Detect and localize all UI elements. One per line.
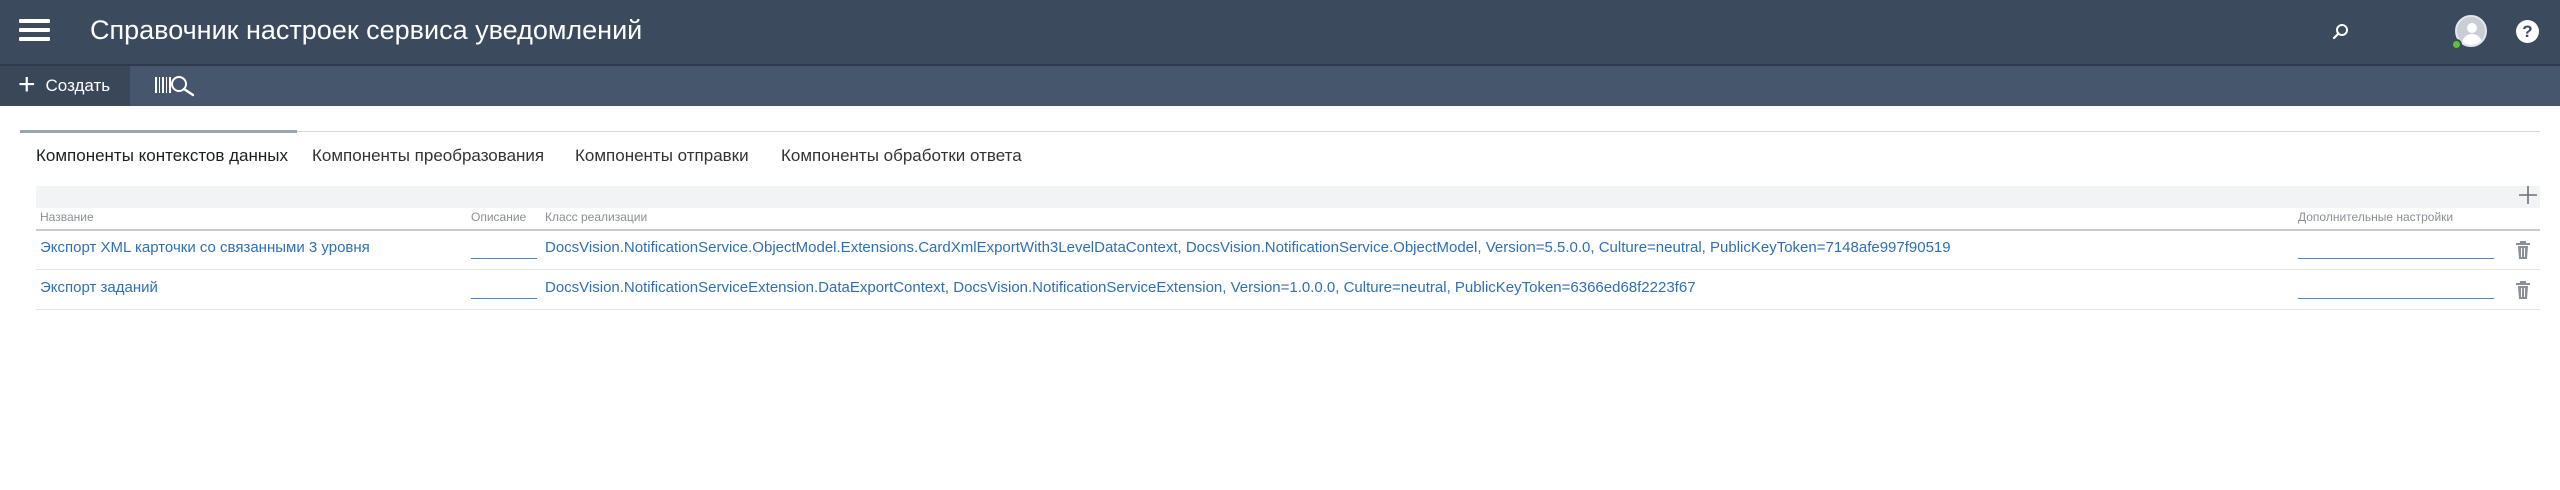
hamburger-menu-icon[interactable] bbox=[19, 19, 50, 41]
row-divider bbox=[36, 269, 2540, 270]
row-class-link[interactable]: DocsVision.NotificationServiceExtension.… bbox=[545, 279, 1696, 296]
search-icon[interactable] bbox=[2330, 21, 2352, 43]
online-status-indicator bbox=[2451, 39, 2462, 50]
column-header-settings[interactable]: Дополнительные настройки bbox=[2298, 210, 2453, 224]
tabs-bar: Компоненты контекстов данных Компоненты … bbox=[20, 130, 2540, 171]
create-button[interactable]: + Создать bbox=[0, 66, 131, 106]
column-header-name[interactable]: Название bbox=[40, 210, 94, 224]
tab-response-processing-components[interactable]: Компоненты обработки ответа bbox=[781, 146, 1022, 166]
page-title: Справочник настроек сервиса уведомлений bbox=[90, 15, 643, 45]
description-input[interactable] bbox=[471, 283, 537, 299]
delete-row-icon[interactable] bbox=[2515, 240, 2531, 260]
settings-input[interactable] bbox=[2298, 283, 2494, 299]
command-toolbar: + Создать bbox=[0, 64, 2560, 106]
barcode-search-icon[interactable] bbox=[154, 74, 196, 98]
row-name-link[interactable]: Экспорт XML карточки со связанными 3 уро… bbox=[40, 239, 370, 256]
description-input[interactable] bbox=[471, 243, 537, 259]
column-header-class[interactable]: Класс реализации bbox=[545, 210, 647, 224]
active-tab-indicator bbox=[20, 130, 297, 133]
plus-icon: + bbox=[18, 67, 36, 101]
settings-input[interactable] bbox=[2298, 243, 2494, 259]
column-header-description[interactable]: Описание bbox=[471, 210, 526, 224]
help-icon[interactable]: ? bbox=[2516, 20, 2539, 43]
row-class-link[interactable]: DocsVision.NotificationService.ObjectMod… bbox=[545, 239, 1951, 256]
table-header-divider bbox=[36, 229, 2540, 231]
tab-data-context-components[interactable]: Компоненты контекстов данных bbox=[36, 146, 288, 166]
add-row-icon[interactable] bbox=[2517, 184, 2539, 206]
row-divider bbox=[36, 309, 2540, 310]
tab-transformation-components[interactable]: Компоненты преобразования bbox=[312, 146, 544, 166]
delete-row-icon[interactable] bbox=[2515, 280, 2531, 300]
row-name-link[interactable]: Экспорт заданий bbox=[40, 279, 158, 296]
tab-sending-components[interactable]: Компоненты отправки bbox=[575, 146, 749, 166]
app-header: Справочник настроек сервиса уведомлений … bbox=[0, 0, 2560, 64]
create-button-label: Создать bbox=[45, 76, 111, 95]
table-toolbar bbox=[36, 186, 2540, 208]
